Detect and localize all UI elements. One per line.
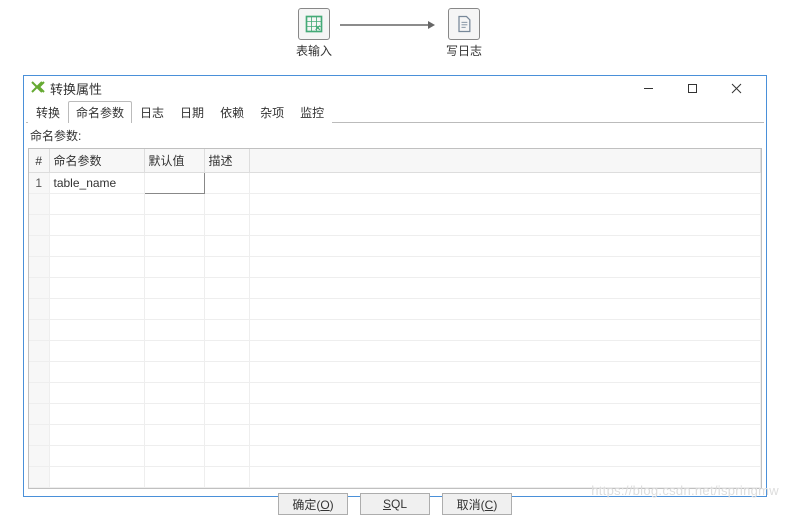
table-row[interactable]: 1table_name <box>29 173 761 194</box>
col-spacer <box>249 149 761 173</box>
tab-dependency[interactable]: 依赖 <box>212 101 252 123</box>
step-write-log[interactable]: 写日志 <box>446 8 482 59</box>
transform-properties-dialog: 转换属性 转换 命名参数 日志 日期 依赖 杂项 监控 命名参数: # 命名参数… <box>23 75 767 497</box>
col-desc[interactable]: 描述 <box>204 149 249 173</box>
col-hash[interactable]: # <box>29 149 49 173</box>
table-row[interactable]: . <box>29 467 761 488</box>
tab-transform[interactable]: 转换 <box>28 101 68 123</box>
table-row[interactable]: . <box>29 404 761 425</box>
table-row[interactable]: . <box>29 341 761 362</box>
tab-monitor[interactable]: 监控 <box>292 101 332 123</box>
titlebar: 转换属性 <box>24 76 766 100</box>
table-row[interactable]: . <box>29 257 761 278</box>
ok-button[interactable]: 确定(O) <box>278 493 348 515</box>
step-label: 写日志 <box>446 42 482 59</box>
section-label: 命名参数: <box>28 125 762 148</box>
table-input-icon <box>298 8 330 40</box>
flow-canvas: 表输入 写日志 <box>0 0 789 56</box>
flow-arrow <box>340 24 435 26</box>
tab-bar: 转换 命名参数 日志 日期 依赖 杂项 监控 <box>26 100 764 123</box>
minimize-button[interactable] <box>626 76 670 100</box>
table-row[interactable]: . <box>29 194 761 215</box>
tab-misc[interactable]: 杂项 <box>252 101 292 123</box>
table-row[interactable]: . <box>29 278 761 299</box>
button-bar: 确定(O) SQL 取消(C) <box>24 493 766 515</box>
table-row[interactable]: . <box>29 215 761 236</box>
table-row[interactable]: . <box>29 362 761 383</box>
table-row[interactable]: . <box>29 446 761 467</box>
close-button[interactable] <box>714 76 758 100</box>
table-row[interactable]: . <box>29 383 761 404</box>
table-row[interactable]: . <box>29 320 761 341</box>
table-row[interactable]: . <box>29 236 761 257</box>
col-name[interactable]: 命名参数 <box>49 149 144 173</box>
maximize-button[interactable] <box>670 76 714 100</box>
step-table-input[interactable]: 表输入 <box>296 8 332 59</box>
sql-button[interactable]: SQL <box>360 493 430 515</box>
tab-date[interactable]: 日期 <box>172 101 212 123</box>
dialog-title: 转换属性 <box>50 79 626 98</box>
tab-named-params[interactable]: 命名参数 <box>68 101 132 123</box>
table-row[interactable]: . <box>29 425 761 446</box>
tab-log[interactable]: 日志 <box>132 101 172 123</box>
app-icon <box>30 80 46 96</box>
write-log-icon <box>448 8 480 40</box>
col-default[interactable]: 默认值 <box>144 149 204 173</box>
step-label: 表输入 <box>296 42 332 59</box>
params-grid[interactable]: # 命名参数 默认值 描述 1table_name.............. <box>28 148 762 489</box>
table-row[interactable]: . <box>29 299 761 320</box>
cancel-button[interactable]: 取消(C) <box>442 493 512 515</box>
